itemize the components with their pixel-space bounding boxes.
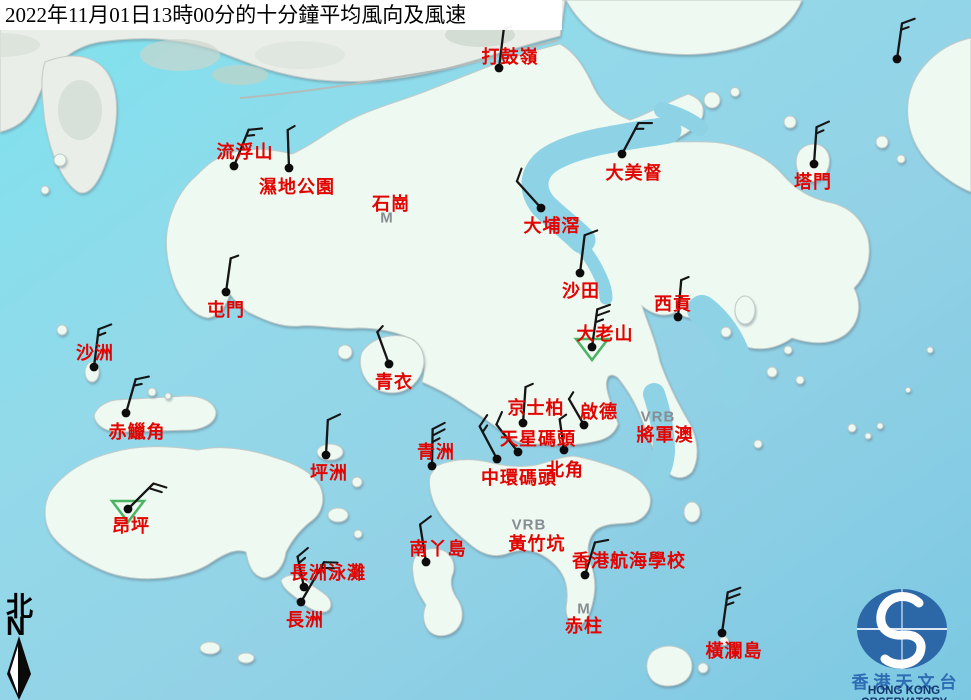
station-note-stanley: M bbox=[577, 601, 591, 618]
island-ne-2 bbox=[897, 155, 905, 163]
station-dot-northeast-unlabeled bbox=[893, 55, 902, 64]
station-dot-central-pier bbox=[493, 455, 502, 464]
station-label-star-ferry: 天星碼頭 bbox=[500, 425, 576, 451]
station-label-green-island: 青洲 bbox=[417, 438, 455, 464]
station-label-sha-chau: 沙洲 bbox=[76, 339, 114, 365]
station-label-ta-kwu-ling: 打鼓嶺 bbox=[482, 43, 539, 69]
station-label-cheung-chau-beach: 長洲泳灘 bbox=[290, 559, 366, 585]
station-label-tsing-yi: 青衣 bbox=[375, 368, 413, 394]
station-label-central-pier: 中環碼頭 bbox=[481, 464, 557, 490]
station-label-kings-park: 京士柏 bbox=[508, 394, 565, 420]
land-po-toi bbox=[647, 646, 692, 686]
compass-north-letter: N bbox=[6, 611, 26, 642]
wind-map-page: 打鼓嶺流浮山濕地公園石崗M大美督塔門大埔滘沙田屯門西貢沙洲大老山青衣赤鱲角京士柏… bbox=[0, 0, 971, 700]
station-label-wetland-park: 濕地公園 bbox=[259, 173, 335, 199]
land-lantau bbox=[45, 447, 323, 579]
station-label-tai-po-kau: 大埔滘 bbox=[524, 212, 581, 238]
station-label-lau-fau-shan: 流浮山 bbox=[217, 138, 274, 164]
station-label-chek-lap-kok: 赤鱲角 bbox=[109, 418, 166, 444]
station-label-waglan-island: 橫瀾島 bbox=[706, 637, 763, 663]
station-label-sea-school: 香港航海學校 bbox=[572, 547, 686, 573]
station-label-sai-kung: 西貢 bbox=[654, 290, 692, 316]
station-label-tuen-mun: 屯門 bbox=[207, 296, 245, 322]
station-label-ngong-ping: 昂坪 bbox=[112, 512, 150, 538]
station-label-tap-mun: 塔門 bbox=[794, 168, 832, 194]
island-ne-1 bbox=[876, 136, 888, 148]
station-note-wong-chuk-hang: VRB bbox=[512, 517, 547, 534]
station-note-shek-kong: M bbox=[380, 210, 394, 227]
station-label-sha-tin: 沙田 bbox=[562, 277, 600, 303]
hong-kong-map bbox=[0, 0, 971, 700]
station-label-tai-mei-tuk: 大美督 bbox=[606, 159, 663, 185]
station-label-peng-chau: 坪洲 bbox=[310, 459, 348, 485]
station-label-kai-tak: 啟德 bbox=[580, 398, 618, 424]
hko-logo: 香港天文台 HONG KONG OBSERVATORY bbox=[838, 584, 970, 698]
station-label-tates-cairn: 大老山 bbox=[577, 320, 634, 346]
station-label-wong-chuk-hang: 黃竹坑 bbox=[509, 530, 566, 556]
station-label-cheung-chau: 長洲 bbox=[286, 606, 324, 632]
station-label-lamma-island: 南丫島 bbox=[410, 535, 467, 561]
station-note-tseung-kwan-o: VRB bbox=[641, 409, 676, 426]
map-title: 2022年11月01日13時00分的十分鐘平均風向及風速 bbox=[0, 0, 562, 30]
station-dot-chek-lap-kok bbox=[122, 409, 131, 418]
hko-logo-english: HONG KONG OBSERVATORY bbox=[834, 685, 971, 700]
island-po-toi-2 bbox=[698, 663, 708, 673]
compass: 北 N bbox=[2, 585, 42, 700]
station-dot-tai-mei-tuk bbox=[618, 150, 627, 159]
station-dot-wetland-park bbox=[285, 164, 294, 173]
